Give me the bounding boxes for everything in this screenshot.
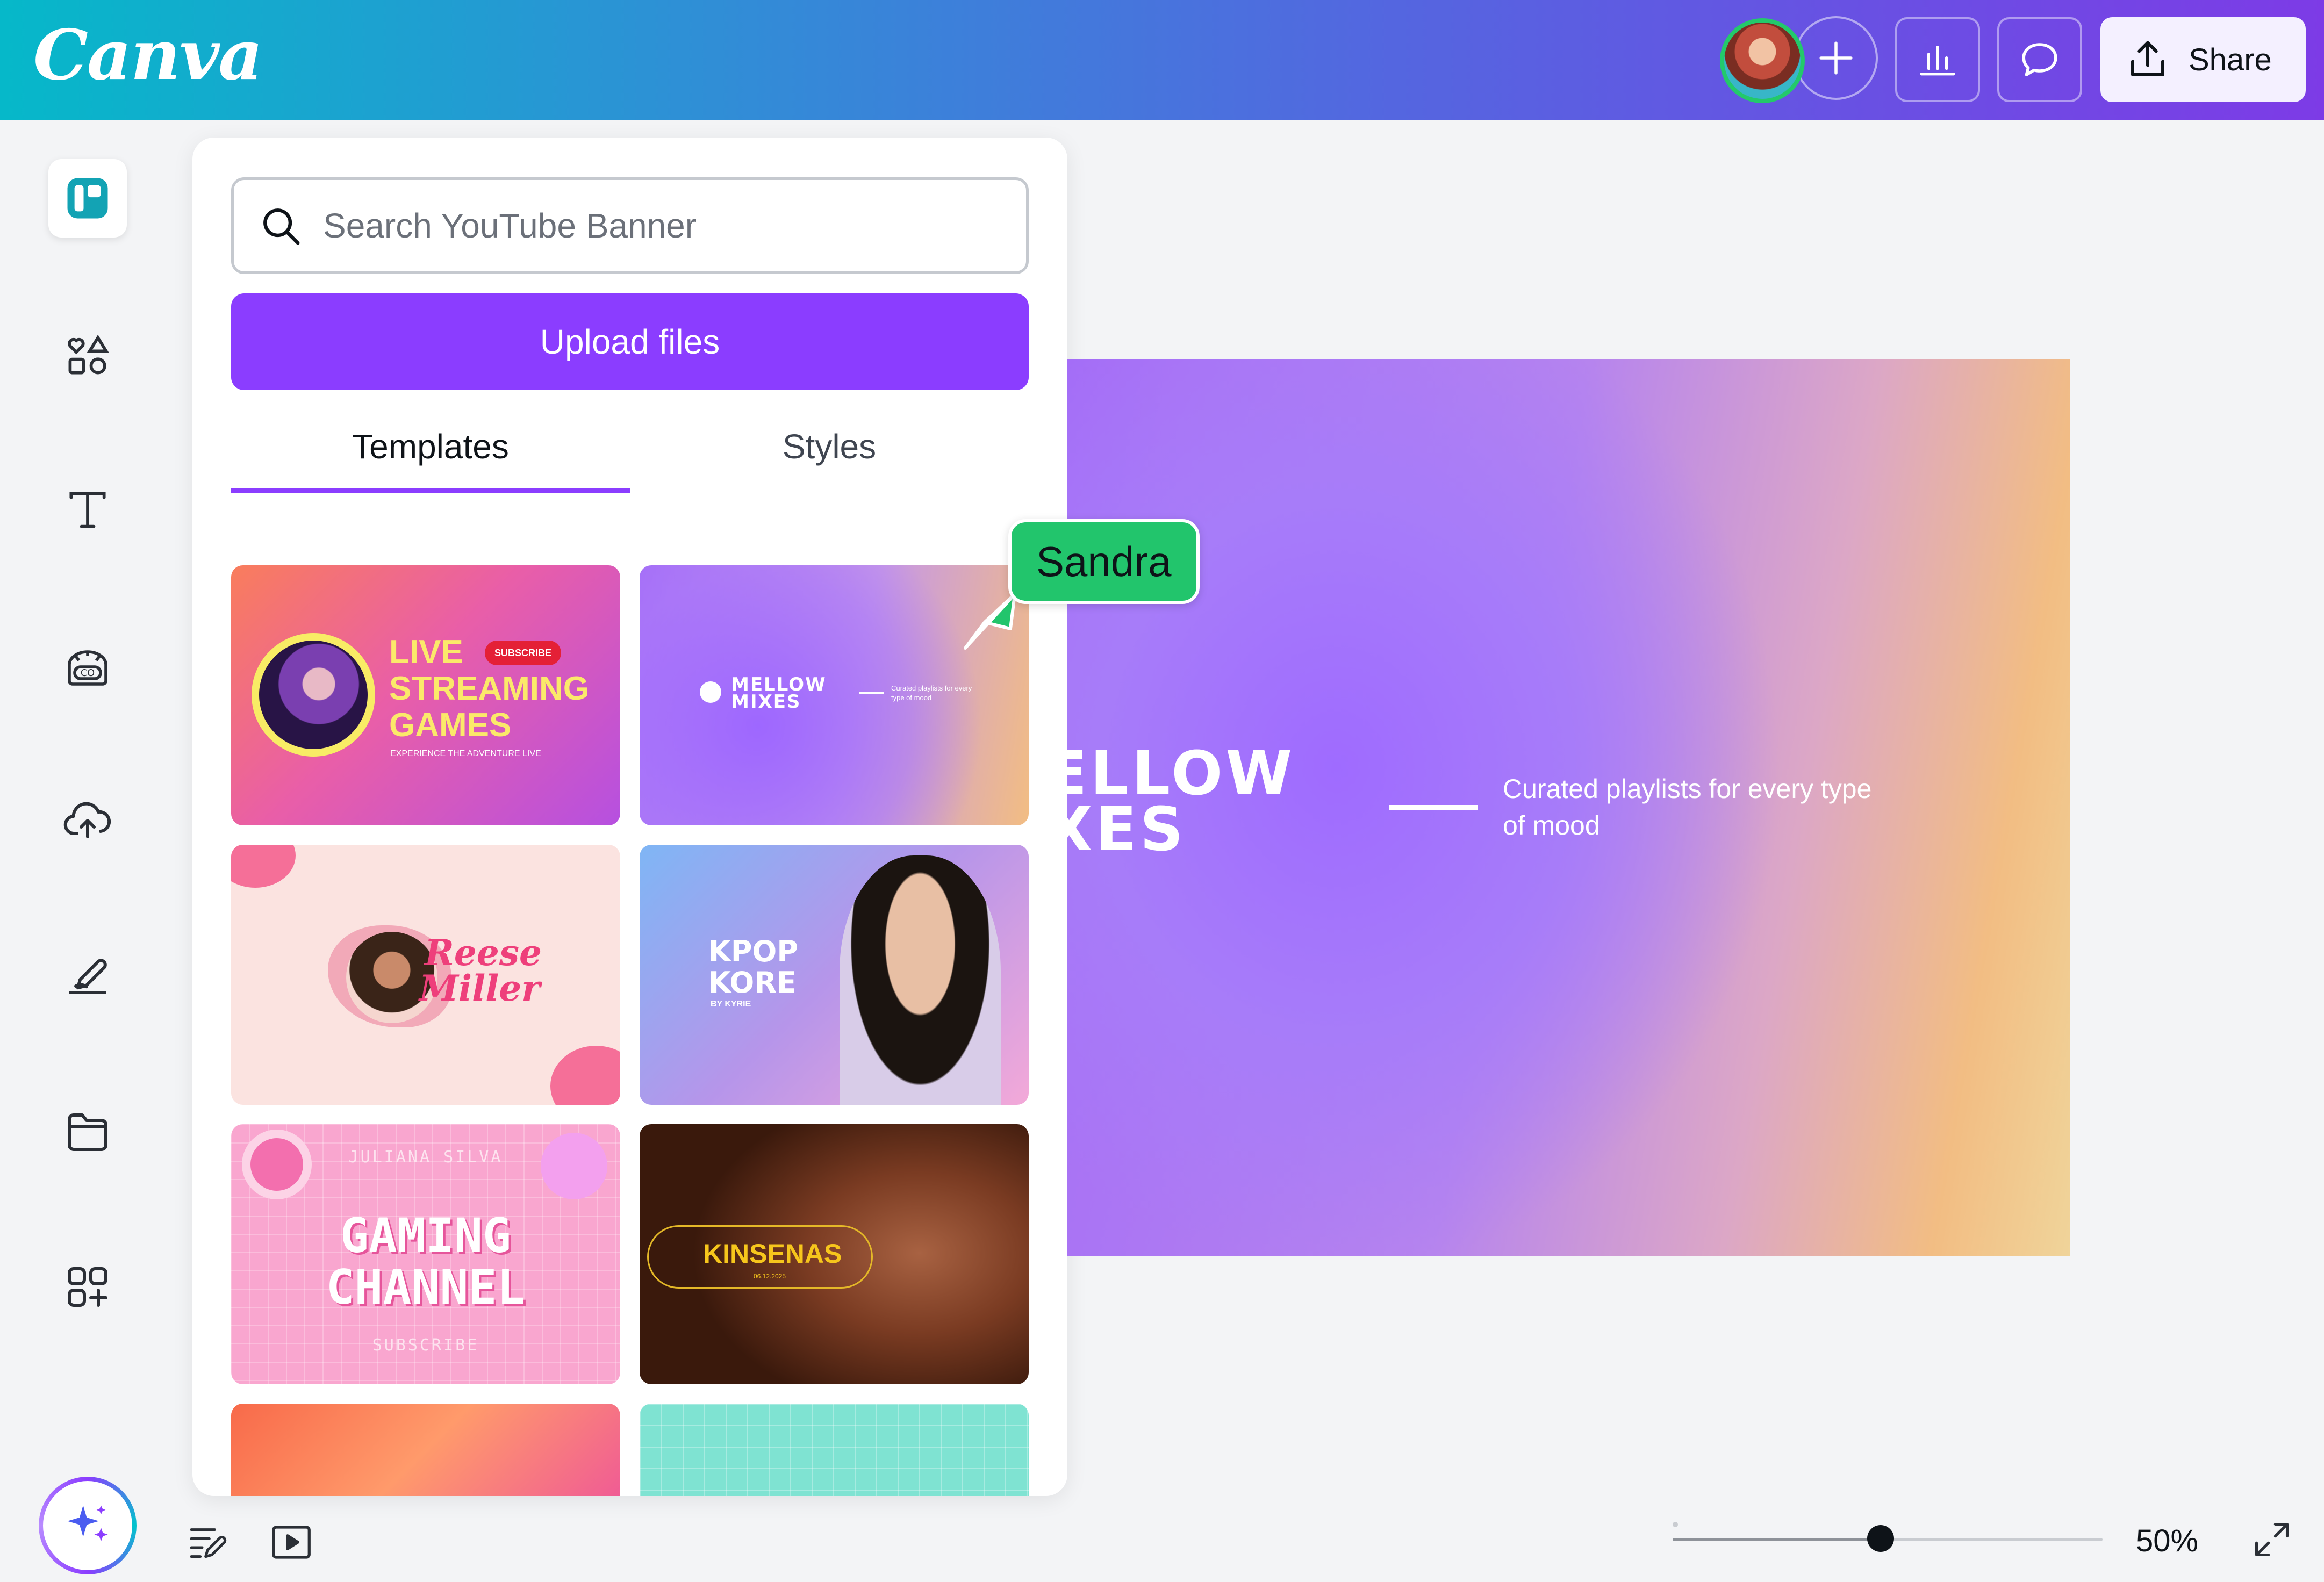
template-date: 06.12.2025	[754, 1272, 786, 1280]
zoom-slider-handle[interactable]	[1867, 1525, 1894, 1552]
canvas-heading-line: XES	[1067, 795, 1187, 865]
template-title-line: GAMING	[340, 1208, 511, 1263]
fullscreen-button[interactable]	[2249, 1516, 2295, 1563]
tab-styles[interactable]: Styles	[630, 422, 1029, 493]
canvas-divider	[1389, 805, 1478, 810]
tab-templates[interactable]: Templates	[231, 422, 630, 493]
sparkle-icon	[67, 1505, 108, 1542]
template-card[interactable]	[231, 1404, 620, 1496]
canva-logo[interactable]: Canva	[33, 15, 263, 96]
shapes-icon	[68, 334, 109, 375]
design-canvas[interactable]: ELLOW XES Curated playlists for every ty…	[1067, 359, 2070, 1256]
decor-blob	[231, 845, 296, 888]
template-card[interactable]: Reese Miller	[231, 845, 620, 1105]
template-music-icon	[700, 681, 721, 703]
design-tab[interactable]	[48, 159, 127, 238]
search-input[interactable]	[322, 205, 967, 246]
template-title-line: KPOP	[708, 934, 798, 968]
template-subscribe-badge: SUBSCRIBE	[485, 641, 562, 665]
folder-icon	[68, 1113, 107, 1151]
user-avatar[interactable]	[1720, 18, 1805, 103]
template-title-line: KINSENAS	[703, 1239, 842, 1269]
template-card[interactable]: LIVE STREAMING GAMES SUBSCRIBE EXPERIENC…	[231, 565, 620, 825]
template-caption: Curated playlists for every type of mood	[891, 684, 972, 702]
comments-button[interactable]	[1997, 17, 2082, 102]
design-layout-icon	[67, 178, 108, 219]
expand-icon	[2255, 1522, 2289, 1557]
canvas-heading: ELLOW XES	[1067, 739, 1295, 865]
template-bottom-text: SUBSCRIBE	[372, 1336, 479, 1355]
canvas-heading-line: ELLOW	[1067, 739, 1295, 809]
cloud-upload-icon	[63, 802, 111, 838]
template-card[interactable]: JULIANA SILVA GAMING CHANNEL SUBSCRIBE	[231, 1124, 620, 1384]
template-title-line: MIXES	[731, 691, 801, 713]
zoom-min-marker	[1673, 1522, 1678, 1527]
share-button[interactable]: Share	[2100, 17, 2306, 102]
insights-button[interactable]	[1895, 17, 1980, 102]
collaborator-name-tag: Sandra	[1008, 519, 1200, 604]
template-photo	[259, 641, 368, 749]
bar-chart-icon	[1920, 46, 1955, 76]
uploads-tab[interactable]	[48, 780, 127, 859]
apps-tab[interactable]	[48, 1248, 127, 1326]
search-icon	[263, 208, 300, 245]
search-field[interactable]	[231, 177, 1029, 274]
top-bar: Canva Share	[0, 0, 2324, 120]
text-tab[interactable]	[48, 471, 127, 549]
upload-share-icon	[2131, 41, 2164, 76]
draw-tab[interactable]	[48, 935, 127, 1013]
template-card[interactable]: KINSENAS 06.12.2025	[640, 1124, 1029, 1384]
template-top-text: JULIANA SILVA	[348, 1148, 503, 1167]
template-card[interactable]	[640, 1404, 1029, 1496]
templates-panel: Upload files Templates Styles LIVE STREA…	[192, 138, 1067, 1496]
draw-pen-icon	[69, 959, 107, 994]
elements-tab[interactable]	[48, 316, 127, 394]
zoom-slider-fill	[1673, 1538, 1882, 1541]
template-title-line: KORE	[708, 966, 797, 999]
template-divider	[859, 692, 884, 694]
projects-tab[interactable]	[48, 1092, 127, 1170]
brand-tab[interactable]: CO	[48, 628, 127, 706]
share-label: Share	[2189, 42, 2272, 77]
template-title-line: Miller	[419, 967, 541, 1009]
template-photo	[840, 855, 1001, 1105]
zoom-level[interactable]: 50%	[2136, 1523, 2198, 1559]
plus-icon	[1819, 41, 1853, 75]
magic-assistant-button[interactable]	[39, 1477, 137, 1574]
svg-text:CO: CO	[81, 668, 95, 679]
add-collaborator-button[interactable]	[1794, 16, 1878, 100]
template-title-line: CHANNEL	[326, 1260, 526, 1315]
notes-button[interactable]	[181, 1515, 234, 1569]
template-tagline: EXPERIENCE THE ADVENTURE LIVE	[390, 749, 541, 758]
present-button[interactable]	[264, 1515, 318, 1569]
comment-icon	[2022, 43, 2057, 76]
text-icon	[69, 492, 106, 528]
notes-edit-icon	[190, 1528, 227, 1558]
apps-grid-icon	[68, 1267, 107, 1307]
decor-blob	[550, 1046, 620, 1105]
template-title-line: STREAMING	[389, 670, 589, 707]
upload-files-button[interactable]: Upload files	[231, 293, 1029, 390]
play-icon	[272, 1526, 311, 1559]
template-title-line: Reese	[425, 932, 542, 974]
template-card[interactable]: KPOP KORE BY KYRIE	[640, 845, 1029, 1105]
template-title-line: GAMES	[389, 707, 512, 744]
template-byline: BY KYRIE	[711, 999, 751, 1009]
canvas-subtitle: Curated playlists for every type of mood	[1503, 774, 1872, 840]
brand-kit-icon: CO	[68, 650, 107, 686]
